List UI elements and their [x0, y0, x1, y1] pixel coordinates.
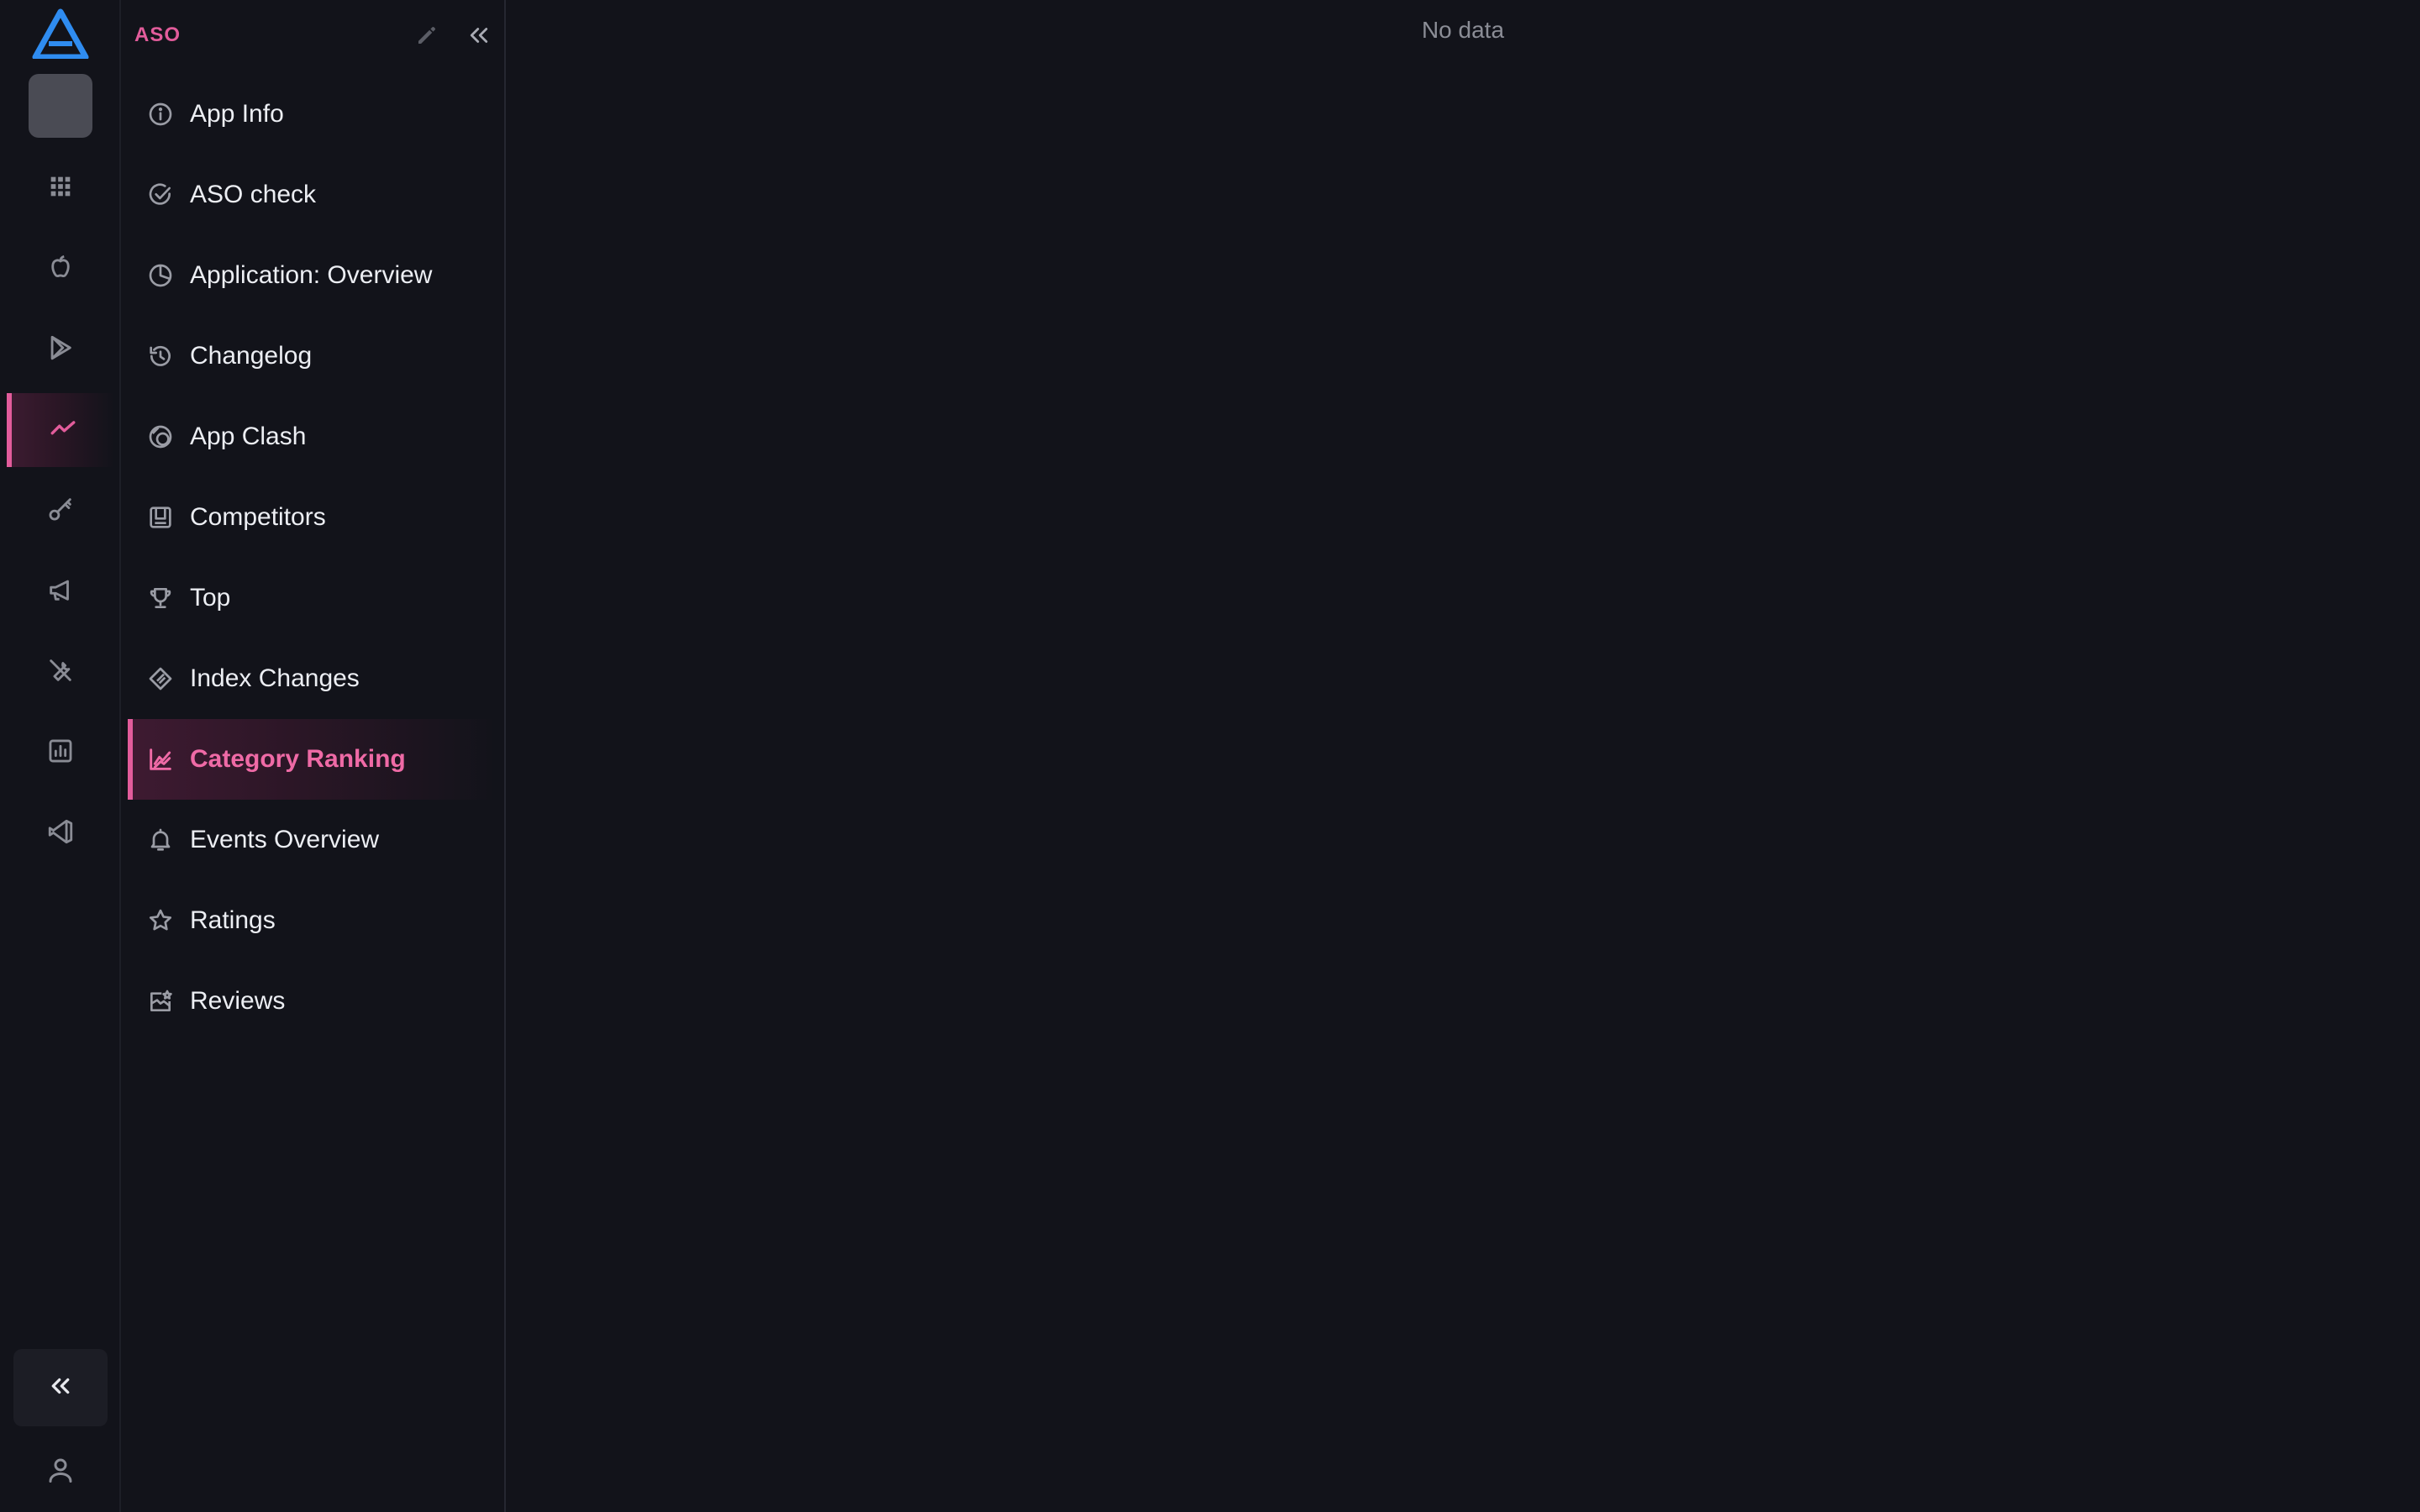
- sidebar-item-label: ASO check: [190, 181, 317, 208]
- rail-item-reports[interactable]: [7, 716, 114, 790]
- rail-item-apps[interactable]: [7, 151, 114, 225]
- rail-item-keywords[interactable]: [7, 474, 114, 548]
- sidebar-item-reviews[interactable]: Reviews: [128, 961, 497, 1042]
- sidebar-item-app-info[interactable]: App Info: [128, 74, 497, 155]
- sidebar-item-label: Events Overview: [190, 826, 380, 853]
- chevrons-left-icon: [48, 1373, 73, 1403]
- sidebar-item-label: Category Ranking: [190, 745, 406, 773]
- sidebar-collapse-button[interactable]: [464, 22, 494, 52]
- empty-state-text: No data: [1421, 17, 1505, 43]
- sidebar-item-label: Top: [190, 584, 231, 612]
- key-icon: [46, 495, 75, 528]
- sidebar-nav: App Info ASO check Application: Overview…: [128, 74, 497, 1042]
- pencil-icon: [414, 23, 439, 52]
- rail-collapse-button[interactable]: [13, 1349, 108, 1426]
- megaphone-icon: [46, 575, 75, 608]
- google-play-icon: [46, 333, 75, 366]
- sidebar-item-label: Reviews: [190, 987, 286, 1015]
- user-icon: [45, 1455, 76, 1489]
- icon-rail: [0, 0, 121, 1512]
- sidebar-item-application-overview[interactable]: Application: Overview: [128, 235, 497, 316]
- sidebar-item-label: Ratings: [190, 906, 276, 934]
- apple-icon: [46, 253, 75, 286]
- workspace-avatar[interactable]: [29, 74, 92, 138]
- trophy-icon: [146, 584, 175, 612]
- chevrons-left-icon: [466, 23, 492, 52]
- sidebar-item-changelog[interactable]: Changelog: [128, 316, 497, 396]
- aso-sidebar: ASO App Info ASO check Application: Over…: [121, 0, 506, 1512]
- pie-chart-icon: [146, 261, 175, 290]
- check-circle-icon: [146, 181, 175, 209]
- competitors-icon: [146, 503, 175, 532]
- rail-item-aso[interactable]: [7, 393, 114, 467]
- rail-item-tools[interactable]: [7, 635, 114, 709]
- info-circle-icon: [146, 100, 175, 129]
- history-icon: [146, 342, 175, 370]
- sidebar-item-label: App Info: [190, 100, 284, 128]
- main-content: No data: [506, 0, 2420, 1512]
- index-tag-icon: [146, 664, 175, 693]
- sidebar-item-ratings[interactable]: Ratings: [128, 880, 497, 961]
- sidebar-item-aso-check[interactable]: ASO check: [128, 155, 497, 235]
- sidebar-item-competitors[interactable]: Competitors: [128, 477, 497, 558]
- apps-grid-icon: [46, 172, 75, 205]
- edit-button[interactable]: [412, 22, 442, 52]
- sidebar-item-label: App Clash: [190, 423, 307, 450]
- sidebar-item-label: Application: Overview: [190, 261, 433, 289]
- rail-item-integrations[interactable]: [7, 796, 114, 870]
- sidebar-item-app-clash[interactable]: App Clash: [128, 396, 497, 477]
- rail-item-google-play[interactable]: [7, 312, 114, 386]
- star-icon: [146, 906, 175, 935]
- sidebar-header: ASO: [121, 0, 504, 72]
- app-logo-icon[interactable]: [32, 8, 89, 60]
- code-editor-icon: [46, 817, 75, 850]
- rail-item-campaigns[interactable]: [7, 554, 114, 628]
- reviews-icon: [146, 987, 175, 1016]
- sidebar-item-label: Competitors: [190, 503, 326, 531]
- sidebar-item-category-ranking[interactable]: Category Ranking: [128, 719, 497, 800]
- line-chart-icon: [146, 745, 175, 774]
- sidebar-item-label: Index Changes: [190, 664, 360, 692]
- sidebar-item-top[interactable]: Top: [128, 558, 497, 638]
- sidebar-item-events-overview[interactable]: Events Overview: [128, 800, 497, 880]
- bar-chart-icon: [46, 737, 75, 769]
- sidebar-title: ASO: [134, 24, 182, 46]
- sidebar-item-index-changes[interactable]: Index Changes: [128, 638, 497, 719]
- bell-icon: [146, 826, 175, 854]
- sidebar-item-label: Changelog: [190, 342, 313, 370]
- user-profile-button[interactable]: [34, 1452, 87, 1492]
- wrench-icon: [46, 656, 75, 689]
- rail-item-app-store[interactable]: [7, 232, 114, 306]
- clash-circles-icon: [146, 423, 175, 451]
- trending-chart-icon: [49, 414, 77, 447]
